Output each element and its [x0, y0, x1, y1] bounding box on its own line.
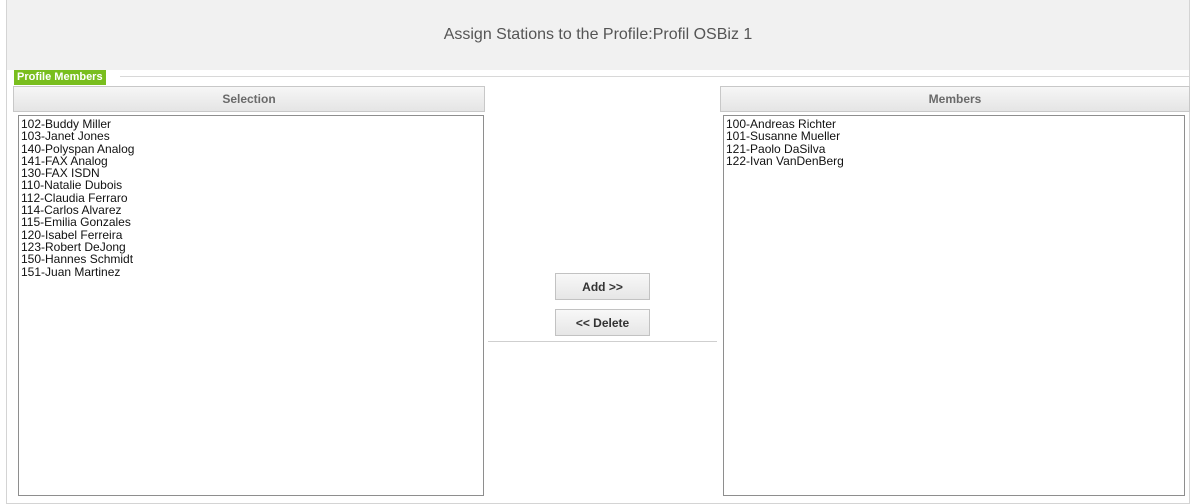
add-button[interactable]: Add >>	[555, 273, 650, 300]
section-label: Profile Members	[14, 70, 106, 85]
list-item[interactable]: 151-Juan Martinez	[21, 265, 481, 278]
list-item[interactable]: 110-Natalie Dubois	[21, 179, 481, 191]
list-item[interactable]: 150-Hannes Schmidt	[21, 253, 481, 265]
delete-button[interactable]: << Delete	[555, 309, 650, 336]
assign-stations-panel: Assign Stations to the Profile:Profil OS…	[6, 0, 1190, 504]
selection-listbox[interactable]: 102-Buddy Miller 103-Janet Jones 140-Polys…	[18, 115, 484, 496]
page-title: Assign Stations to the Profile:Profil OS…	[7, 0, 1189, 70]
selection-items: 102-Buddy Miller 103-Janet Jones 140-Polys…	[21, 118, 481, 278]
members-items: 100-Andreas Richter 101-Susanne Mueller 12…	[726, 118, 1182, 167]
list-item[interactable]: 103-Janet Jones	[21, 130, 481, 142]
list-item[interactable]: 122-Ivan VanDenBerg	[726, 155, 1182, 167]
selection-header: Selection	[13, 86, 485, 112]
members-header: Members	[720, 86, 1190, 112]
list-item[interactable]: 101-Susanne Mueller	[726, 130, 1182, 142]
section-divider	[120, 76, 1189, 77]
action-divider	[488, 341, 717, 342]
list-item[interactable]: 115-Emilia Gonzales	[21, 216, 481, 228]
members-listbox[interactable]: 100-Andreas Richter 101-Susanne Mueller 12…	[723, 115, 1185, 496]
